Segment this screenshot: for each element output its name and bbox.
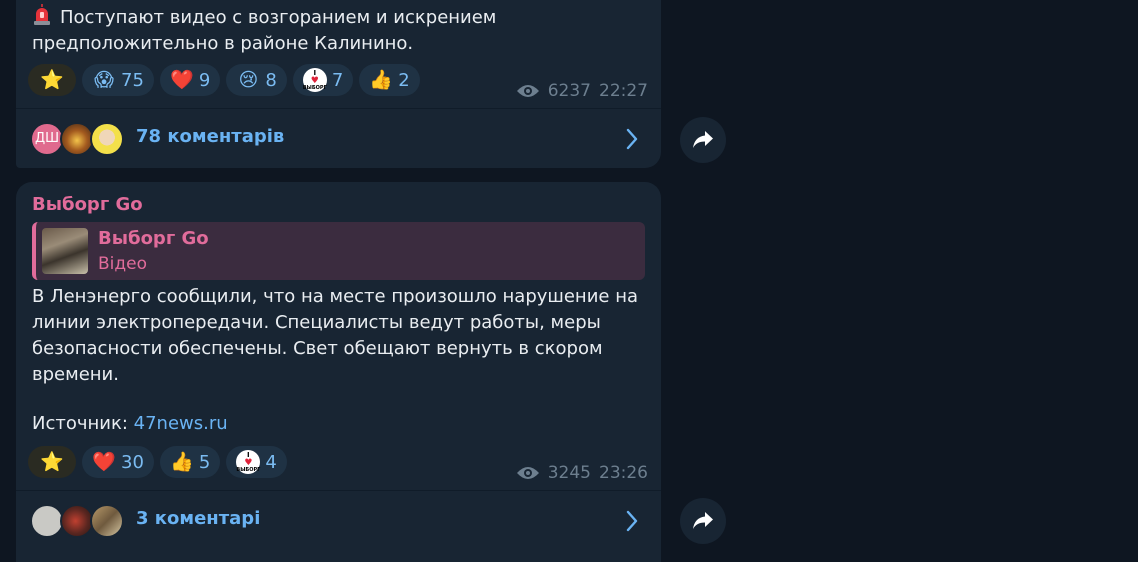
share-arrow-icon xyxy=(693,131,713,148)
avatar xyxy=(30,504,64,538)
reactions-row: ⭐ 😱 75 ❤️ 9 😢 8 I ♥ ВЫБОРГ 7 👍 2 xyxy=(28,64,420,96)
avatar xyxy=(60,504,94,538)
reaction-count: 5 xyxy=(198,451,211,473)
video-thumbnail xyxy=(42,228,88,274)
heart-icon: ❤️ xyxy=(170,68,194,91)
crying-icon: 😢 xyxy=(238,68,259,91)
reaction-star[interactable]: ⭐ xyxy=(28,446,76,478)
message-time: 22:27 xyxy=(599,81,648,101)
badge-bottom-text: ВЫБОРГ xyxy=(236,466,261,473)
message-text: Поступают видео с возгоранием и искрение… xyxy=(32,4,645,57)
source-label: Источник: xyxy=(32,413,128,434)
i-love-vyborg-icon: I ♥ ВЫБОРГ xyxy=(302,68,327,92)
star-icon: ⭐ xyxy=(40,450,64,473)
reaction-count: 2 xyxy=(398,69,410,91)
share-button[interactable] xyxy=(680,117,726,163)
avatar: ДШ xyxy=(30,122,64,156)
eye-icon xyxy=(516,85,539,97)
avatar xyxy=(60,122,94,156)
i-love-vyborg-icon: I ♥ ВЫБОРГ xyxy=(236,450,261,474)
avatar xyxy=(90,122,124,156)
reaction-count: 7 xyxy=(331,69,344,91)
reaction-thumbs-up[interactable]: 👍 2 xyxy=(359,64,420,96)
message-text: В Ленэнерго сообщили, что на месте произ… xyxy=(32,286,638,385)
eye-icon xyxy=(516,467,539,479)
reaction-i-love-vyborg[interactable]: I ♥ ВЫБОРГ 7 xyxy=(292,64,354,96)
scream-icon: 😱 xyxy=(94,68,114,91)
reaction-count: 30 xyxy=(121,451,144,473)
reactions-row: ⭐ ❤️ 30 👍 5 I ♥ ВЫБОРГ 4 xyxy=(28,446,287,478)
view-count: 6237 xyxy=(547,81,591,101)
comments-link[interactable]: 78 коментарів xyxy=(136,126,284,147)
share-arrow-icon xyxy=(693,512,713,529)
reaction-count: 4 xyxy=(265,451,277,473)
message-body: Поступают видео с возгоранием и искрение… xyxy=(32,7,497,54)
commenter-avatars xyxy=(30,504,140,538)
reaction-heart[interactable]: ❤️ 9 xyxy=(159,64,221,96)
chevron-right-icon xyxy=(626,510,638,532)
quote-subtitle: Відео xyxy=(98,254,147,274)
message-meta: 6237 22:27 xyxy=(516,81,648,101)
reaction-count: 8 xyxy=(265,69,277,91)
forwarded-quote[interactable]: Выборг Go Відео xyxy=(32,222,645,280)
view-count: 3245 xyxy=(547,463,591,483)
quote-title: Выборг Go xyxy=(98,228,209,249)
comments-bar[interactable]: ДШ 78 коментарів xyxy=(16,108,661,169)
reaction-i-love-vyborg[interactable]: I ♥ ВЫБОРГ 4 xyxy=(226,446,287,478)
reaction-count: 75 xyxy=(121,69,144,91)
reaction-heart[interactable]: ❤️ 30 xyxy=(82,446,154,478)
reaction-count: 9 xyxy=(198,69,211,91)
share-button[interactable] xyxy=(680,498,726,544)
channel-name[interactable]: Выборг Go xyxy=(32,194,143,215)
thumbs-up-icon: 👍 xyxy=(170,450,194,473)
message-time: 23:26 xyxy=(599,463,648,483)
reaction-star[interactable]: ⭐ xyxy=(28,64,76,96)
comments-bar[interactable]: 3 коментарі xyxy=(16,490,661,551)
source-line: Источник: 47news.ru xyxy=(32,413,228,434)
comments-link[interactable]: 3 коментарі xyxy=(136,508,260,529)
message-meta: 3245 23:26 xyxy=(516,463,648,483)
star-icon: ⭐ xyxy=(40,68,64,91)
badge-bottom-text: ВЫБОРГ xyxy=(302,84,327,91)
reaction-crying[interactable]: 😢 8 xyxy=(226,64,287,96)
commenter-avatars: ДШ xyxy=(30,122,140,156)
reaction-thumbs-up[interactable]: 👍 5 xyxy=(159,446,221,478)
chevron-right-icon xyxy=(626,128,638,150)
heart-icon: ❤️ xyxy=(92,450,116,473)
avatar xyxy=(90,504,124,538)
message-bubble: Поступают видео с возгоранием и искрение… xyxy=(16,0,661,168)
siren-icon xyxy=(34,4,50,25)
thumbs-up-icon: 👍 xyxy=(369,68,394,91)
reaction-scream[interactable]: 😱 75 xyxy=(82,64,154,96)
source-link[interactable]: 47news.ru xyxy=(134,413,228,434)
message-bubble: Выборг Go Выборг Go Відео В Ленэнерго со… xyxy=(16,182,661,562)
